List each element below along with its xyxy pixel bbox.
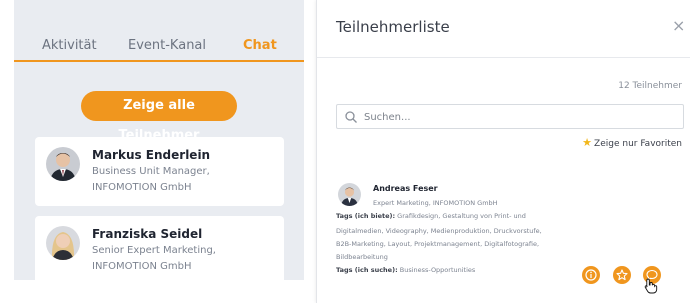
tags-offer-label: Tags (ich biete):	[336, 212, 396, 220]
favorite-button[interactable]	[613, 266, 631, 284]
star-icon: ★	[582, 136, 593, 149]
search-input[interactable]	[364, 109, 664, 125]
active-tab-indicator	[14, 60, 304, 62]
tags-offer-line: B2B-Marketing, Layout, Projektmanagement…	[336, 240, 540, 248]
avatar	[46, 226, 80, 260]
close-icon[interactable]: ×	[672, 16, 685, 35]
tags-search: Tags (ich suche): Business-Opportunities	[336, 266, 475, 274]
info-icon	[585, 269, 597, 281]
participant-list-modal: Teilnehmerliste × 12 Teilnehmer ★Zeige n…	[316, 0, 690, 303]
participant-name: Franziska Seidel	[92, 227, 203, 241]
tags-search-value: Business-Opportunities	[399, 266, 476, 274]
divider	[317, 57, 690, 58]
search-icon	[345, 111, 357, 123]
avatar	[46, 147, 80, 181]
participant-title: Business Unit Manager,	[92, 166, 210, 177]
tab-event-channel[interactable]: Event-Kanal	[128, 38, 206, 53]
tags-offer: Tags (ich biete): Grafikdesign, Gestaltu…	[336, 212, 526, 220]
tags-offer-line: Bildbearbeitung	[336, 253, 388, 261]
participant-title: Senior Expert Marketing,	[92, 245, 216, 256]
tags-offer-value: Grafikdesign, Gestaltung von Print- und	[397, 212, 526, 220]
favorites-filter-label: Zeige nur Favoriten	[594, 139, 682, 149]
participant-name[interactable]: Andreas Feser	[373, 184, 438, 193]
show-all-participants-button[interactable]: Zeige alle Teilnehmer	[81, 91, 237, 143]
participant-name: Markus Enderlein	[92, 148, 211, 162]
app-root: Aktivität Event-Kanal Chat Zeige alle Te…	[0, 0, 690, 303]
participant-card[interactable]: Markus Enderlein Business Unit Manager, …	[35, 137, 284, 206]
participant-count: 12 Teilnehmer	[618, 81, 682, 91]
info-button[interactable]	[582, 266, 600, 284]
favorites-filter-toggle[interactable]: ★ Zeige nur Favoriten	[582, 136, 682, 149]
avatar	[338, 183, 361, 206]
participant-role: Expert Marketing, INFOMOTION GmbH	[373, 199, 498, 207]
star-icon	[616, 269, 628, 281]
participant-card[interactable]: Franziska Seidel Senior Expert Marketing…	[35, 216, 284, 280]
tab-chat[interactable]: Chat	[243, 38, 277, 53]
modal-title: Teilnehmerliste	[336, 18, 450, 36]
tags-search-label: Tags (ich suche):	[336, 266, 398, 274]
hand-cursor-icon	[644, 278, 658, 294]
event-side-panel: Aktivität Event-Kanal Chat Zeige alle Te…	[14, 0, 304, 280]
search-box[interactable]	[336, 104, 684, 129]
tab-activity[interactable]: Aktivität	[42, 38, 97, 53]
participant-company: INFOMOTION GmbH	[92, 182, 192, 193]
tags-offer-line: Digitalmedien, Videography, Medienproduk…	[336, 227, 542, 235]
participant-company: INFOMOTION GmbH	[92, 261, 192, 272]
panel-tabs: Aktivität Event-Kanal Chat	[14, 0, 304, 62]
